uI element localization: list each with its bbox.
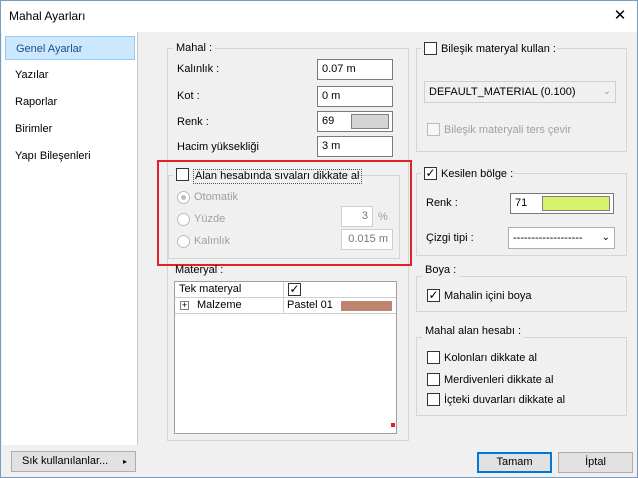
table-row[interactable]: Tek materyal ✓ — [175, 282, 396, 298]
chevron-down-icon: ⌄ — [602, 86, 611, 97]
hacim-label: Hacim yüksekliği — [177, 141, 259, 153]
materyal-label: Materyal : — [175, 264, 224, 276]
hacim-field[interactable]: 3 m — [317, 136, 393, 157]
icteki-checkbox[interactable] — [427, 393, 440, 406]
ters-cevir-label: Bileşik materyali ters çevir — [444, 124, 572, 136]
material-dropdown-value: DEFAULT_MATERIAL (0.100) — [429, 86, 576, 98]
cizgi-tipi-dropdown[interactable]: ------------------- ⌄ — [508, 227, 615, 249]
kesilen-checkbox[interactable]: ✓ — [424, 167, 437, 180]
cizgi-tipi-label: Çizgi tipi : — [426, 232, 474, 244]
tek-materyal-label: Tek materyal — [179, 283, 242, 295]
column-divider — [283, 282, 284, 314]
materyal-table: Tek materyal ✓ + Malzeme Pastel 01 — [174, 281, 397, 434]
sik-kullanilanlar-label: Sık kullanılanlar... — [22, 455, 109, 467]
window-title: Mahal Ayarları — [9, 9, 86, 23]
sidebar-item-yapi-bilesenleri[interactable]: Yapı Bileşenleri — [5, 144, 135, 168]
mahal-renk-label: Renk : — [177, 116, 209, 128]
chevron-down-icon: ⌄ — [601, 232, 610, 243]
sidebar-item-birimler[interactable]: Birimler — [5, 117, 135, 141]
chevron-right-icon: ▸ — [122, 457, 127, 466]
kesilen-renk-field[interactable]: 71 — [510, 193, 614, 214]
bilesik-checkbox[interactable] — [424, 42, 437, 55]
mahalin-ici-checkbox[interactable]: ✓ — [427, 289, 440, 302]
sidebar-item-raporlar[interactable]: Raporlar — [5, 90, 135, 114]
kesilen-renk-swatch — [542, 196, 610, 211]
mahal-renk-field[interactable]: 69 — [317, 111, 393, 132]
kot-field[interactable]: 0 m — [317, 86, 393, 107]
tek-materyal-checkbox[interactable]: ✓ — [288, 283, 301, 296]
material-dropdown[interactable]: DEFAULT_MATERIAL (0.100) ⌄ — [424, 81, 616, 103]
kesilen-renk-label: Renk : — [426, 197, 458, 209]
bilesik-checkbox-row[interactable]: Bileşik materyal kullan : — [421, 41, 557, 57]
mahal-group-label: Mahal : — [173, 42, 216, 55]
bilesik-label: Bileşik materyal kullan : — [441, 43, 556, 55]
pastel-swatch[interactable] — [341, 301, 392, 311]
expand-icon[interactable]: + — [180, 301, 189, 310]
sidebar-item-yazilar[interactable]: Yazılar — [5, 63, 135, 87]
boya-group-label: Boya : — [422, 264, 460, 277]
highlight-box — [157, 160, 412, 266]
kolonlar-checkbox[interactable] — [427, 351, 440, 364]
close-icon[interactable]: ✕ — [609, 5, 631, 27]
kolonlar-label: Kolonları dikkate al — [444, 352, 537, 364]
malzeme-label: Malzeme — [197, 299, 242, 311]
title-bar: Mahal Ayarları ✕ — [1, 1, 637, 32]
sidebar: Genel Ayarlar Yazılar Raporlar Birimler … — [2, 32, 138, 445]
kesilen-label: Kesilen bölge : — [441, 168, 514, 180]
kalinlik-label: Kalınlık : — [177, 63, 220, 75]
icteki-label: İçteki duvarları dikkate al — [444, 394, 566, 406]
ters-cevir-checkbox[interactable] — [427, 123, 440, 136]
sik-kullanilanlar-button[interactable]: Sık kullanılanlar... ▸ — [11, 451, 136, 472]
mahalin-ici-label: Mahalin içini boya — [444, 290, 532, 302]
iptal-button[interactable]: İptal — [558, 452, 633, 473]
tamam-button[interactable]: Tamam — [477, 452, 552, 473]
merdivenler-checkbox[interactable] — [427, 373, 440, 386]
pastel-label: Pastel 01 — [287, 299, 333, 311]
kalinlik-field[interactable]: 0.07 m — [317, 59, 393, 80]
cizgi-tipi-value: ------------------- — [513, 232, 583, 244]
table-row[interactable]: + Malzeme Pastel 01 — [175, 298, 396, 314]
kesilen-renk-value: 71 — [515, 197, 528, 209]
settings-dialog: Mahal Ayarları ✕ Genel Ayarlar Yazılar R… — [0, 0, 638, 478]
kesilen-checkbox-row[interactable]: ✓ Kesilen bölge : — [421, 166, 513, 182]
kot-label: Kot : — [177, 90, 200, 102]
merdivenler-label: Merdivenleri dikkate al — [444, 374, 554, 386]
resize-marker — [391, 423, 395, 427]
sidebar-item-genel-ayarlar[interactable]: Genel Ayarlar — [5, 36, 135, 60]
mahal-renk-swatch — [351, 114, 389, 129]
mahal-renk-value: 69 — [322, 115, 335, 127]
alan-hesabi-group-label: Mahal alan hesabı : — [422, 325, 525, 338]
